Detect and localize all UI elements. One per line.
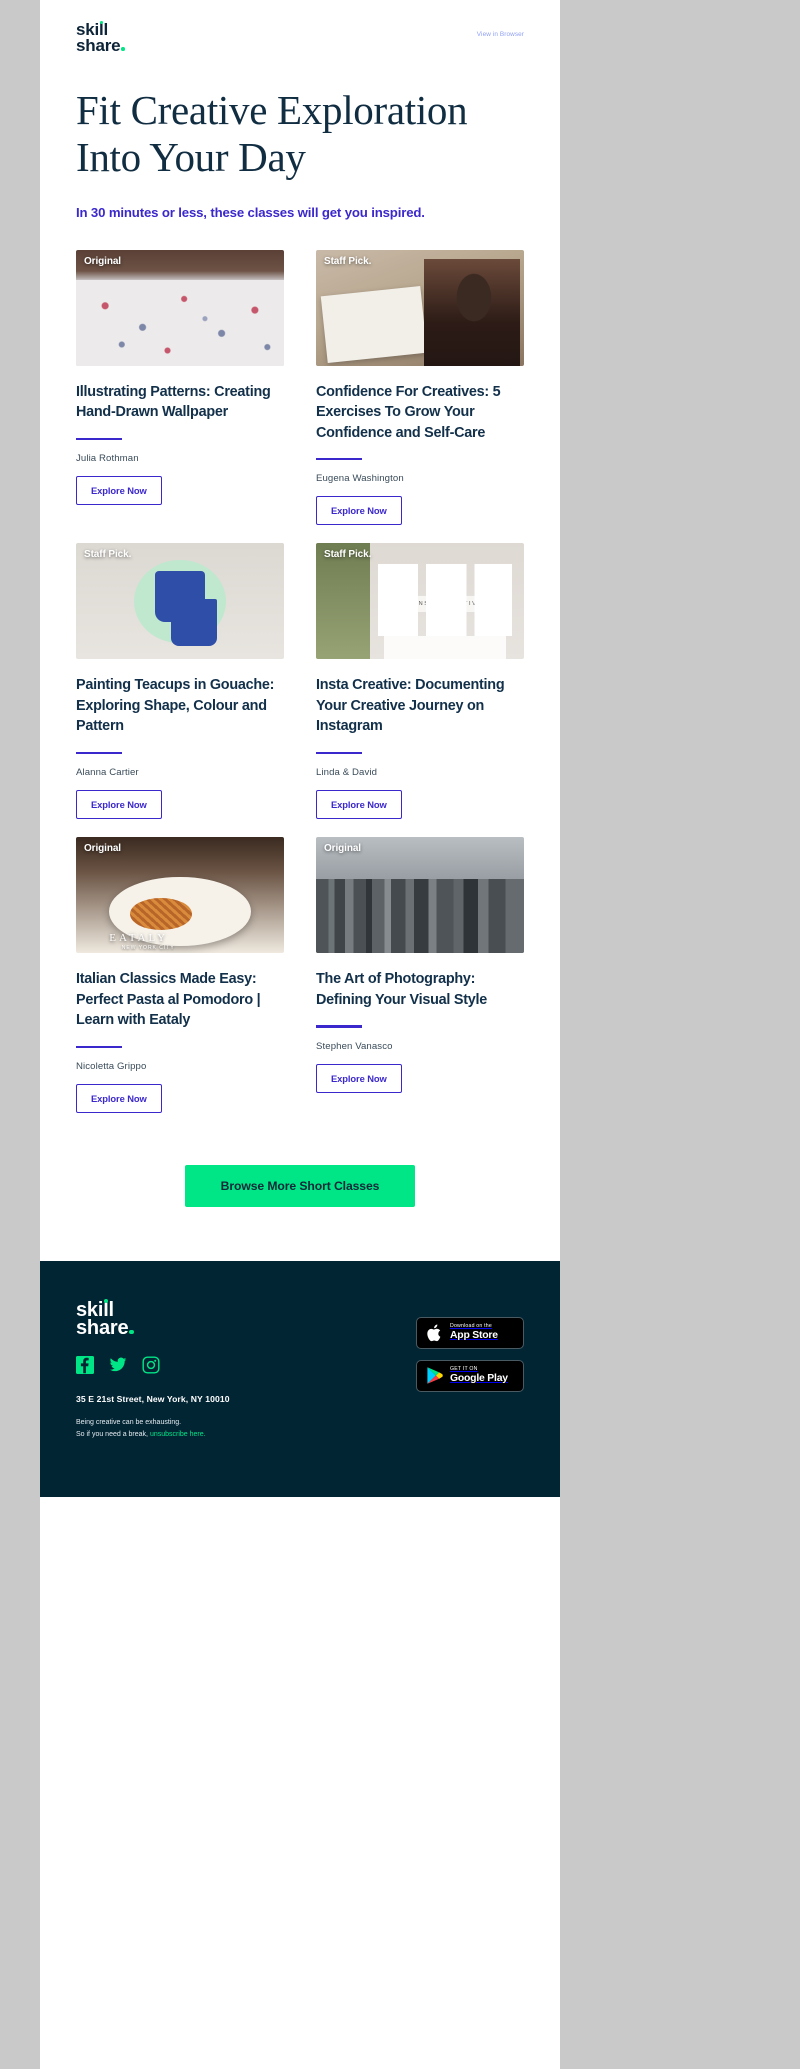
class-thumbnail[interactable]: Original EATALY NEW YORK CITY <box>76 837 284 954</box>
legal-line-2-prefix: So if you need a break, <box>76 1431 150 1438</box>
class-card[interactable]: Staff Pick. INSTA CREATIVE Insta Creativ… <box>316 543 524 820</box>
email-body: skill share View in Browser Fit Creative… <box>40 0 560 2069</box>
class-title: Italian Classics Made Easy: Perfect Past… <box>76 971 261 1029</box>
status-badge: Original <box>84 255 121 267</box>
email-header: skill share View in Browser <box>40 0 560 55</box>
status-badge: Original <box>324 843 361 855</box>
divider <box>316 458 362 461</box>
hero-section: Fit Creative Exploration Into Your Day I… <box>40 53 560 219</box>
google-play-text: GET IT ON Google Play <box>450 1367 508 1384</box>
facebook-link[interactable] <box>76 1355 94 1374</box>
thumbnail-overlay-label: EATALY <box>109 931 169 944</box>
unsubscribe-link[interactable]: unsubscribe here. <box>150 1431 206 1438</box>
instagram-icon <box>142 1356 160 1374</box>
footer-logo-line-2: share <box>76 1317 230 1340</box>
class-title: Painting Teacups in Gouache: Exploring S… <box>76 677 275 735</box>
class-author: Eugena Washington <box>316 473 404 485</box>
class-title: Illustrating Patterns: Creating Hand-Dra… <box>76 383 271 421</box>
browse-more-classes-button[interactable]: Browse More Short Classes <box>184 1164 416 1207</box>
class-thumbnail[interactable]: Staff Pick. INSTA CREATIVE <box>316 543 524 660</box>
google-play-button[interactable]: GET IT ON Google Play <box>416 1359 524 1392</box>
google-play-icon <box>427 1367 443 1385</box>
thumbnail-overlay-label: INSTA CREATIVE <box>407 594 491 613</box>
logo-period-icon <box>121 47 125 51</box>
cta-section: Browse More Short Classes <box>40 1131 560 1261</box>
class-thumbnail[interactable]: Staff Pick. <box>316 249 524 366</box>
title-line-2: Into Your Day <box>76 133 306 180</box>
footer-left: skill share 35 E 21st Street, New York, … <box>76 1298 230 1442</box>
app-store-badges: Download on the App Store GET IT ON Goog… <box>416 1316 524 1441</box>
app-store-button[interactable]: Download on the App Store <box>416 1316 524 1349</box>
class-card[interactable]: Staff Pick. Painting Teacups in Gouache:… <box>76 543 284 820</box>
explore-now-button[interactable]: Explore Now <box>76 790 162 820</box>
app-store-text: Download on the App Store <box>450 1324 498 1341</box>
apple-icon <box>427 1324 441 1342</box>
footer-logo-text-share: share <box>76 1317 129 1340</box>
email-page: skill share View in Browser Fit Creative… <box>0 0 800 2069</box>
class-thumbnail[interactable]: Original <box>76 249 284 366</box>
divider <box>76 437 122 441</box>
explore-now-button[interactable]: Explore Now <box>316 1063 402 1093</box>
class-thumbnail[interactable]: Original <box>316 837 524 954</box>
divider <box>316 1025 362 1028</box>
footer-address: 35 E 21st Street, New York, NY 10010 <box>76 1393 230 1404</box>
status-badge: Staff Pick. <box>84 549 132 561</box>
instagram-link[interactable] <box>142 1356 160 1374</box>
page-title: Fit Creative Exploration Into Your Day <box>76 87 524 180</box>
class-card[interactable]: Original The Art of Photography: Definin… <box>316 837 524 1113</box>
explore-now-button[interactable]: Explore Now <box>316 790 402 820</box>
divider <box>316 751 362 755</box>
class-card[interactable]: Original Illustrating Patterns: Creating… <box>76 249 284 526</box>
google-play-big-label: Google Play <box>450 1373 508 1385</box>
twitter-link[interactable] <box>109 1356 127 1374</box>
class-card[interactable]: Original EATALY NEW YORK CITY Italian Cl… <box>76 837 284 1113</box>
footer-skillshare-logo[interactable]: skill share <box>76 1298 230 1340</box>
class-author: Alanna Cartier <box>76 767 139 779</box>
skillshare-logo[interactable]: skill share <box>76 20 125 55</box>
class-card[interactable]: Staff Pick. Confidence For Creatives: 5 … <box>316 249 524 526</box>
divider <box>76 751 122 755</box>
class-author: Linda & David <box>316 767 378 779</box>
view-in-browser-link[interactable]: View in Browser <box>477 31 524 38</box>
class-author: Stephen Vanasco <box>316 1040 393 1052</box>
logo-period-icon <box>129 1329 134 1335</box>
status-badge: Original <box>84 843 121 855</box>
class-title: The Art of Photography: Defining Your Vi… <box>316 971 488 1008</box>
class-author: Julia Rothman <box>76 453 139 465</box>
logo-line-2: share <box>76 35 125 55</box>
explore-now-button[interactable]: Explore Now <box>76 476 162 506</box>
hero-subtitle: In 30 minutes or less, these classes wil… <box>76 204 425 220</box>
class-title: Confidence For Creatives: 5 Exercises To… <box>316 383 501 441</box>
title-line-1: Fit Creative Exploration <box>76 87 468 134</box>
app-store-big-label: App Store <box>450 1330 498 1342</box>
footer-legal: Being creative can be exhausting. So if … <box>76 1417 230 1442</box>
divider <box>76 1045 122 1048</box>
email-footer: skill share 35 E 21st Street, New York, … <box>40 1260 560 1498</box>
logo-dot-icon <box>99 20 104 25</box>
thumbnail-overlay-sublabel: NEW YORK CITY <box>121 944 175 951</box>
explore-now-button[interactable]: Explore Now <box>316 496 402 526</box>
status-badge: Staff Pick. <box>324 549 372 561</box>
class-thumbnail[interactable]: Staff Pick. <box>76 543 284 660</box>
status-badge: Staff Pick. <box>324 255 372 267</box>
legal-line-1: Being creative can be exhausting. <box>76 1418 182 1426</box>
facebook-icon <box>76 1355 94 1374</box>
class-card-grid: Original Illustrating Patterns: Creating… <box>40 220 560 1131</box>
twitter-icon <box>109 1357 127 1371</box>
logo-text-share: share <box>76 35 121 55</box>
class-author: Nicoletta Grippo <box>76 1060 147 1072</box>
social-links <box>76 1355 230 1374</box>
explore-now-button[interactable]: Explore Now <box>76 1083 162 1113</box>
class-title: Insta Creative: Documenting Your Creativ… <box>316 677 505 735</box>
